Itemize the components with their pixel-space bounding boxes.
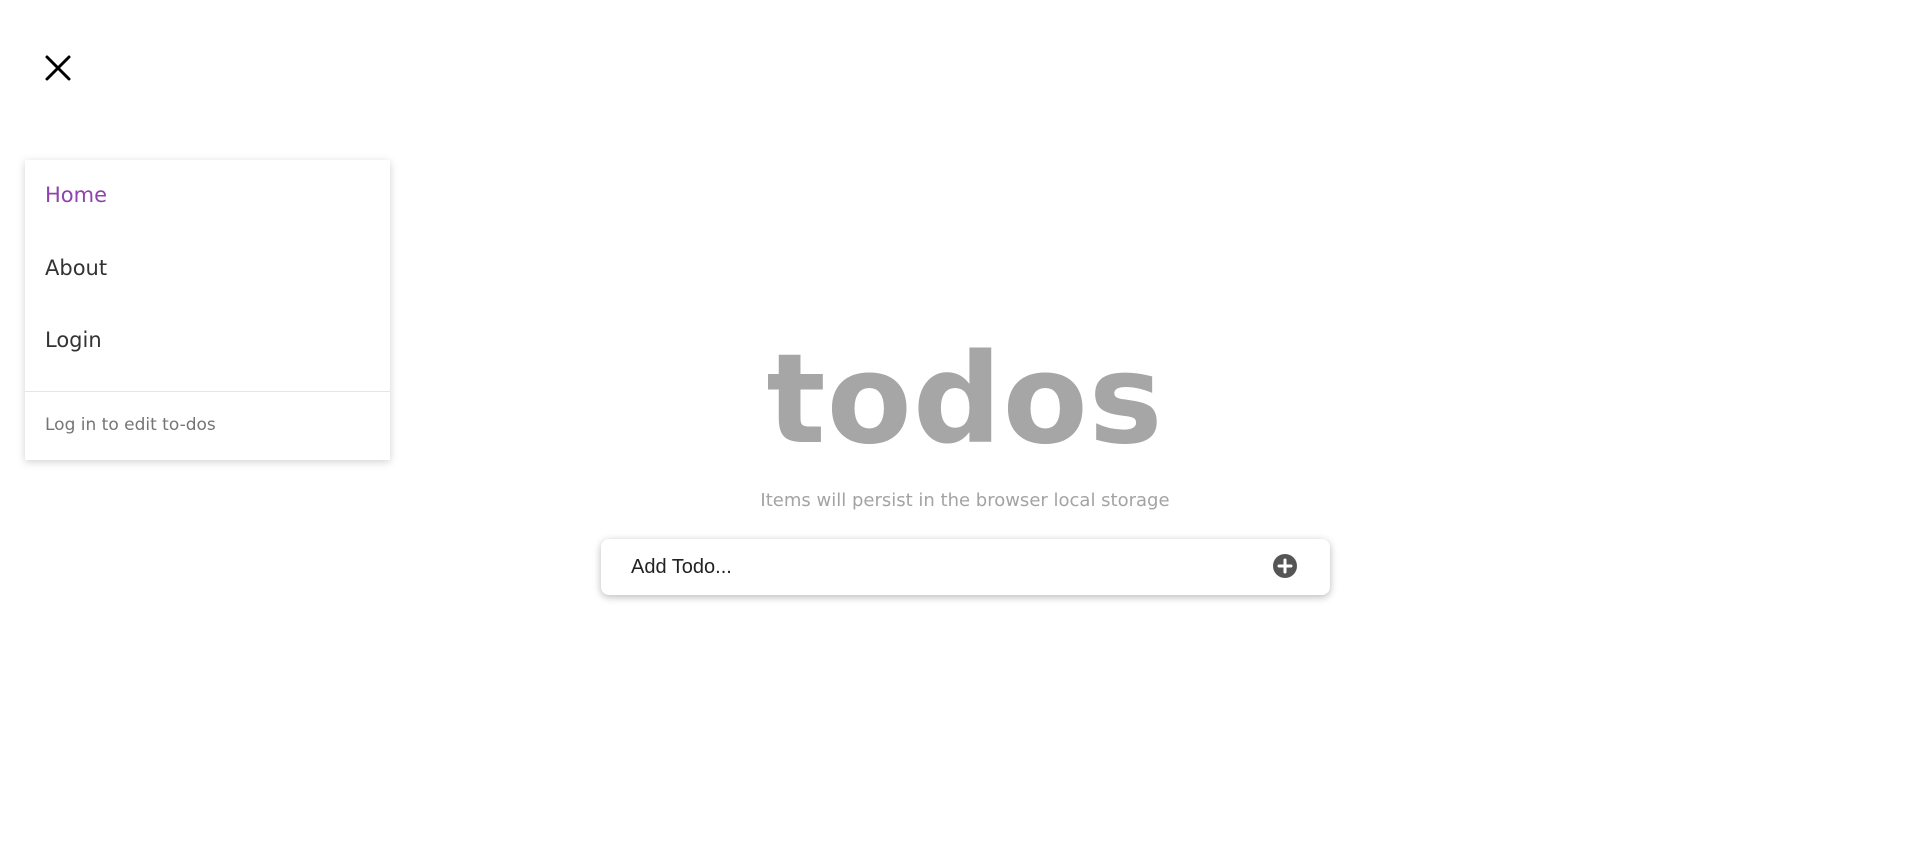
close-icon <box>45 55 71 81</box>
menu-item-home[interactable]: Home <box>45 183 107 207</box>
add-todo-button[interactable] <box>1273 554 1297 578</box>
menu-item-about[interactable]: About <box>45 256 107 280</box>
add-todo-input[interactable] <box>631 539 1231 595</box>
page-subtitle: Items will persist in the browser local … <box>760 490 1170 511</box>
plus-circle-icon <box>1273 554 1297 578</box>
page-title: todos <box>766 328 1164 472</box>
add-todo-bar <box>601 539 1330 595</box>
close-menu-button[interactable] <box>40 50 76 86</box>
